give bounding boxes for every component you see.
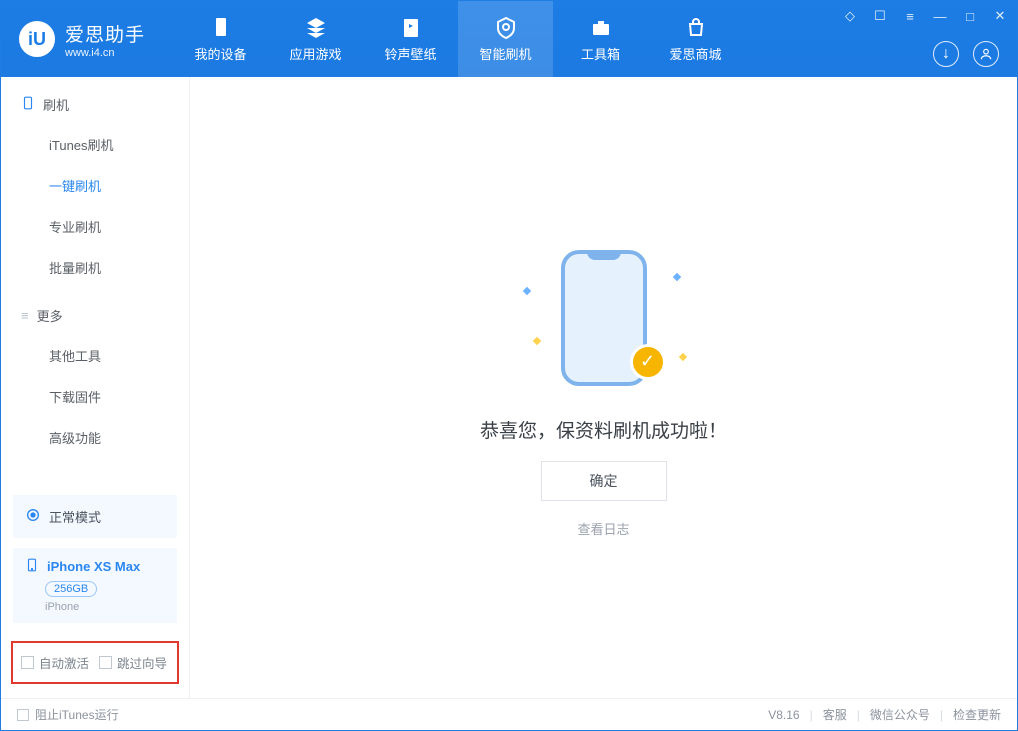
tab-ring-icon <box>399 16 423 40</box>
download-icon[interactable]: ↓ <box>933 41 959 67</box>
logo-icon: iU <box>19 21 55 57</box>
tab-store[interactable]: 爱思商城 <box>648 1 743 77</box>
check-icon: ✓ <box>630 344 666 380</box>
check-block-itunes[interactable]: 阻止iTunes运行 <box>17 706 119 723</box>
device-phone-icon <box>25 558 39 575</box>
update-link[interactable]: 检查更新 <box>953 706 1001 723</box>
mode-box[interactable]: 正常模式 <box>13 495 177 538</box>
checks-row: 自动激活 跳过向导 <box>11 641 179 684</box>
tab-ring[interactable]: 铃声壁纸 <box>363 1 458 77</box>
sidebar-item-iTunes刷机[interactable]: iTunes刷机 <box>1 124 189 165</box>
mode-label: 正常模式 <box>49 507 101 526</box>
tab-tools-icon <box>589 16 613 40</box>
list-icon: ≡ <box>21 308 29 323</box>
sidebar-section-more: ≡ 更多 <box>1 288 189 335</box>
shirt-icon[interactable]: ◇ <box>841 7 859 25</box>
device-box[interactable]: iPhone XS Max 256GB iPhone <box>13 548 177 623</box>
ok-button[interactable]: 确定 <box>541 461 667 501</box>
tab-flash-icon <box>494 16 518 40</box>
device-type: iPhone <box>45 601 165 613</box>
success-message: 恭喜您，保资料刷机成功啦！ <box>480 416 727 443</box>
sidebar-item-其他工具[interactable]: 其他工具 <box>1 335 189 376</box>
sidebar-item-专业刷机[interactable]: 专业刷机 <box>1 206 189 247</box>
tab-store-icon <box>684 16 708 40</box>
success-illustration: ✓ <box>504 238 704 398</box>
sidebar-section-flash: 刷机 <box>1 77 189 124</box>
sidebar-item-下载固件[interactable]: 下载固件 <box>1 376 189 417</box>
device-storage-badge: 256GB <box>45 581 97 597</box>
user-icon[interactable] <box>973 41 999 67</box>
check-auto-activate[interactable]: 自动激活 <box>21 653 89 672</box>
check-skip-guide[interactable]: 跳过向导 <box>99 653 167 672</box>
tab-apps[interactable]: 应用游戏 <box>268 1 363 77</box>
wechat-link[interactable]: 微信公众号 <box>870 706 930 723</box>
tab-flash[interactable]: 智能刷机 <box>458 1 553 77</box>
close-button[interactable]: ✕ <box>991 7 1009 25</box>
mode-icon <box>25 507 41 526</box>
service-link[interactable]: 客服 <box>823 706 847 723</box>
sidebar-item-一键刷机[interactable]: 一键刷机 <box>1 165 189 206</box>
brand-sub: www.i4.cn <box>65 47 145 59</box>
device-name: iPhone XS Max <box>47 559 140 574</box>
sidebar-item-批量刷机[interactable]: 批量刷机 <box>1 247 189 288</box>
version-label: V8.16 <box>768 708 799 722</box>
lock-icon[interactable]: ☐ <box>871 7 889 25</box>
logo: iU 爱思助手 www.i4.cn <box>19 20 145 59</box>
view-log-link[interactable]: 查看日志 <box>577 519 629 538</box>
menu-icon[interactable]: ≡ <box>901 7 919 25</box>
tab-device-icon <box>209 16 233 40</box>
brand-name: 爱思助手 <box>65 20 145 47</box>
maximize-button[interactable]: □ <box>961 7 979 25</box>
tab-apps-icon <box>304 16 328 40</box>
phone-icon <box>21 96 35 113</box>
tab-device[interactable]: 我的设备 <box>173 1 268 77</box>
sidebar-item-高级功能[interactable]: 高级功能 <box>1 417 189 458</box>
minimize-button[interactable]: — <box>931 7 949 25</box>
tab-tools[interactable]: 工具箱 <box>553 1 648 77</box>
